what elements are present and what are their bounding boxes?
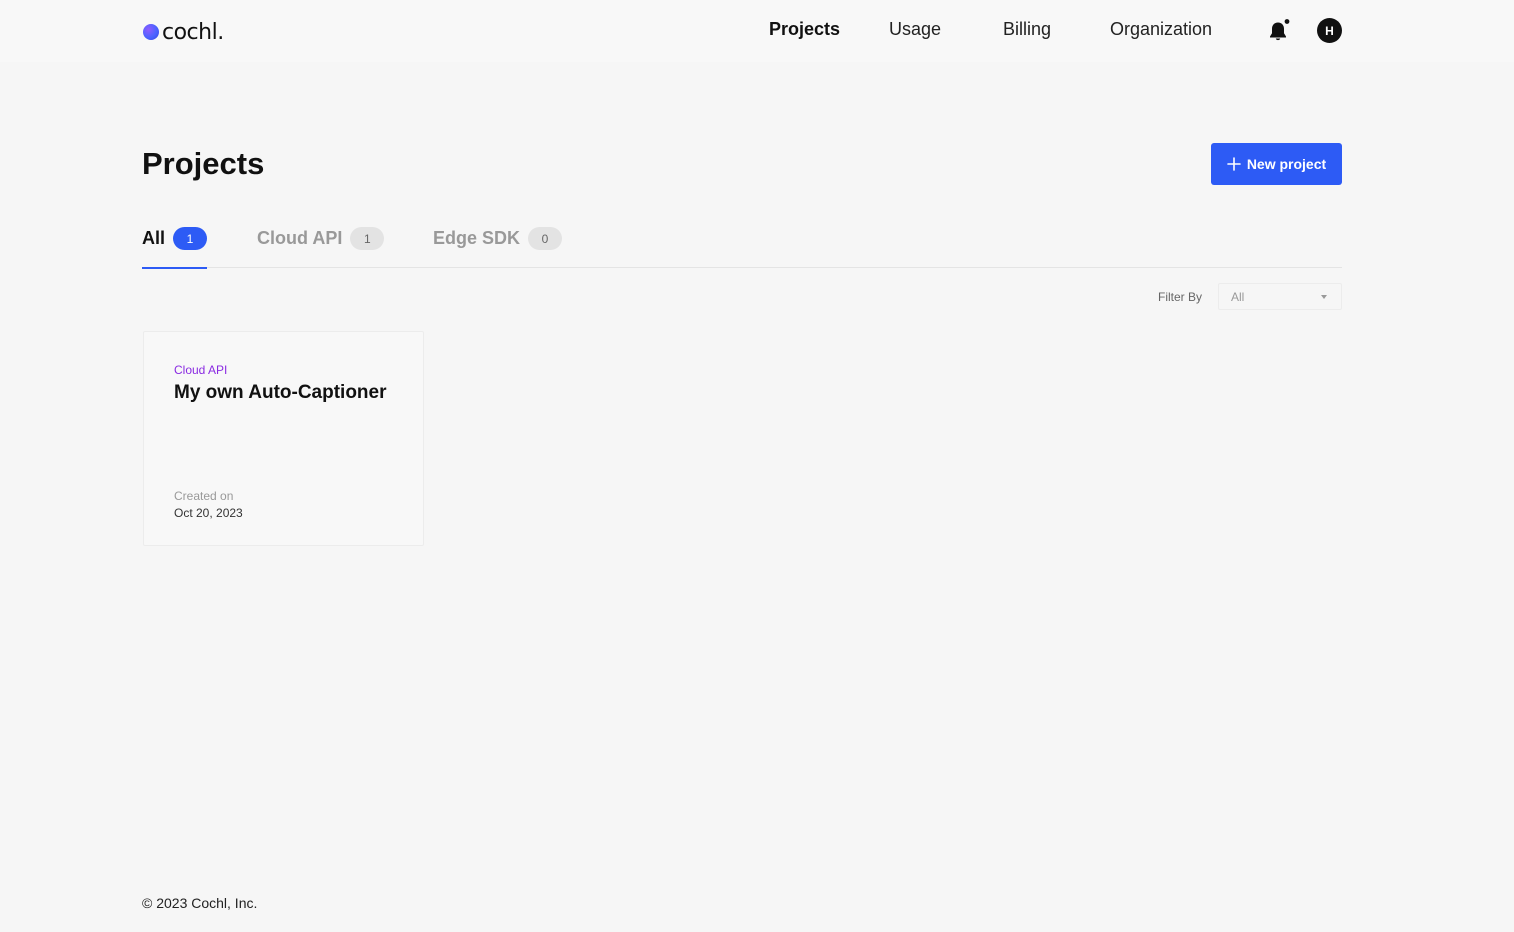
logo-text: cochl. [162,19,224,45]
tab-all-label: All [142,228,166,248]
filter-label: Filter By [1158,290,1203,304]
tab-cloud-api-count: 1 [350,227,385,250]
created-label: Created on [174,489,234,503]
plus-icon [1227,157,1241,171]
active-tab-indicator [142,267,207,269]
nav-organization[interactable]: Organization [1110,19,1212,40]
project-tabs: All 1 Cloud API 1 Edge SDK 0 [142,224,1342,269]
project-type: Cloud API [174,363,228,377]
caret-down-icon [1321,295,1327,299]
filter-value: All [1231,289,1245,304]
tab-cloud-api-label: Cloud API [257,228,343,248]
project-card[interactable]: Cloud API My own Auto-Captioner Created … [143,331,424,546]
tab-edge-sdk-label: Edge SDK [433,228,521,248]
project-name: My own Auto-Captioner [174,382,387,403]
tab-all[interactable]: All 1 [142,224,208,269]
tab-edge-sdk-count: 0 [528,227,563,250]
created-date: Oct 20, 2023 [174,506,243,520]
filter-select[interactable]: All [1218,283,1342,310]
new-project-label: New project [1246,156,1327,172]
page-title: Projects [142,146,265,181]
nav-usage[interactable]: Usage [889,19,941,40]
new-project-button[interactable]: New project [1211,143,1342,185]
tab-all-count: 1 [173,227,208,250]
logo-mark [143,24,159,40]
footer-copyright: © 2023 Cochl, Inc. [142,895,258,911]
page: cochl. Projects Usage Billing Organizati… [0,0,1514,932]
cochl-logo[interactable]: cochl. [143,18,224,46]
bell-icon[interactable] [1266,17,1292,44]
tab-cloud-api[interactable]: Cloud API 1 [257,224,385,268]
nav-billing[interactable]: Billing [1003,19,1051,40]
tab-edge-sdk[interactable]: Edge SDK 0 [433,224,563,268]
avatar[interactable]: H [1317,18,1342,43]
top-header: cochl. Projects Usage Billing Organizati… [0,0,1514,62]
nav-projects[interactable]: Projects [769,19,840,40]
